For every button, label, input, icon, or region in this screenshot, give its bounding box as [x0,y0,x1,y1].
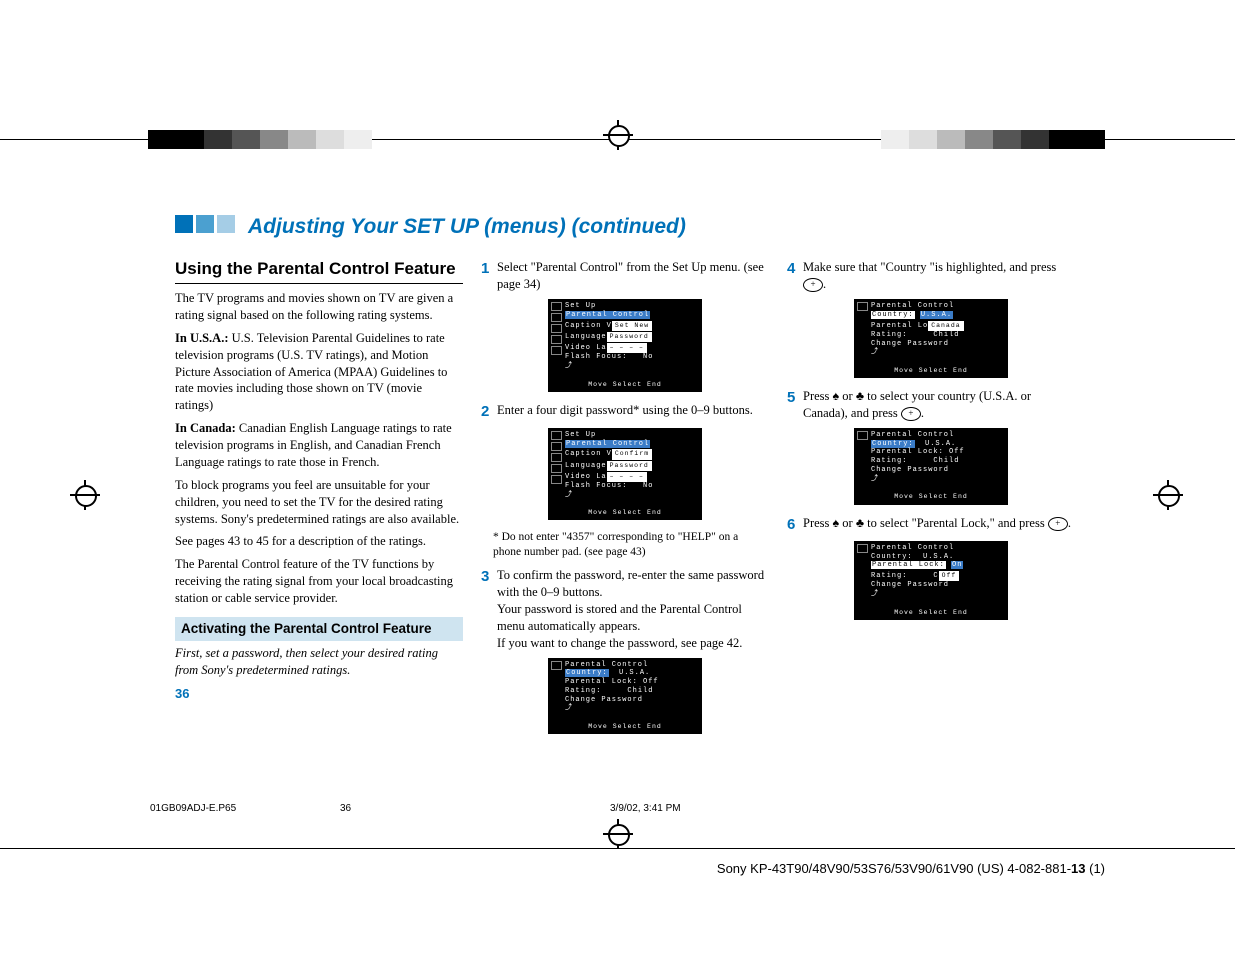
step-number: 2 [481,402,497,422]
footer-file: 01GB09ADJ-E.P65 [150,803,340,814]
footnote: * Do not enter "4357" corresponding to "… [493,530,769,559]
register-strip-tl [148,130,372,149]
step: 6Press ♠ or ♣ to select "Parental Lock,"… [787,515,1075,535]
header-squares-icon [175,215,238,239]
plus-button-icon: + [1048,517,1068,531]
step-number: 6 [787,515,803,535]
crosshair-icon [70,480,100,510]
crosshair-icon [603,819,633,849]
print-footer: 01GB09ADJ-E.P65 36 3/9/02, 3:41 PM [150,803,1080,814]
body-text: The Parental Control feature of the TV f… [175,556,463,607]
osd-screenshot: Parental Control Country: U.S.A. Parenta… [854,541,1008,620]
step: 5Press ♠ or ♣ to select your country (U.… [787,388,1075,422]
register-strip-tr [881,130,1105,149]
osd-screenshot: Parental Control Country: U.S.A. Parenta… [548,658,702,735]
body-text: In Canada: Canadian English Language rat… [175,420,463,471]
plus-button-icon: + [803,278,823,292]
body-text: To block programs you feel are unsuitabl… [175,477,463,528]
step: 4Make sure that "Country "is highlighted… [787,259,1075,293]
footer-page: 36 [340,803,610,814]
osd-screenshot: Set Up Parental Control Caption VSet New… [548,299,702,392]
body-text: In U.S.A.: U.S. Television Parental Guid… [175,330,463,414]
step: 3To confirm the password, re-enter the s… [481,567,769,651]
page-title: Adjusting Your SET UP (menus) (continued… [175,215,1075,239]
model-line: Sony KP-43T90/48V90/53S76/53V90/61V90 (U… [717,861,1105,876]
step-number: 5 [787,388,803,408]
section-heading: Using the Parental Control Feature [175,259,463,284]
step-number: 1 [481,259,497,279]
column-2: 1Select "Parental Control" from the Set … [481,259,769,744]
emphasis-text: First, set a password, then select your … [175,645,463,679]
crosshair-icon [603,120,633,150]
osd-screenshot: Parental Control Country: U.S.A. Parenta… [854,428,1008,505]
column-3: 4Make sure that "Country "is highlighted… [787,259,1075,744]
osd-screenshot: Parental Control Country: U.S.A. Parenta… [854,299,1008,378]
step: 2Enter a four digit password* using the … [481,402,769,422]
step-number: 3 [481,567,497,587]
body-text: See pages 43 to 45 for a description of … [175,533,463,550]
step: 1Select "Parental Control" from the Set … [481,259,769,293]
plus-button-icon: + [901,407,921,421]
page-number: 36 [175,685,463,703]
crosshair-icon [1153,480,1183,510]
step-number: 4 [787,259,803,279]
sub-heading: Activating the Parental Control Feature [175,617,463,641]
footer-date: 3/9/02, 3:41 PM [610,803,1080,814]
osd-screenshot: Set Up Parental Control Caption VConfirm… [548,428,702,521]
body-text: The TV programs and movies shown on TV a… [175,290,463,324]
column-1: Using the Parental Control Feature The T… [175,259,463,744]
